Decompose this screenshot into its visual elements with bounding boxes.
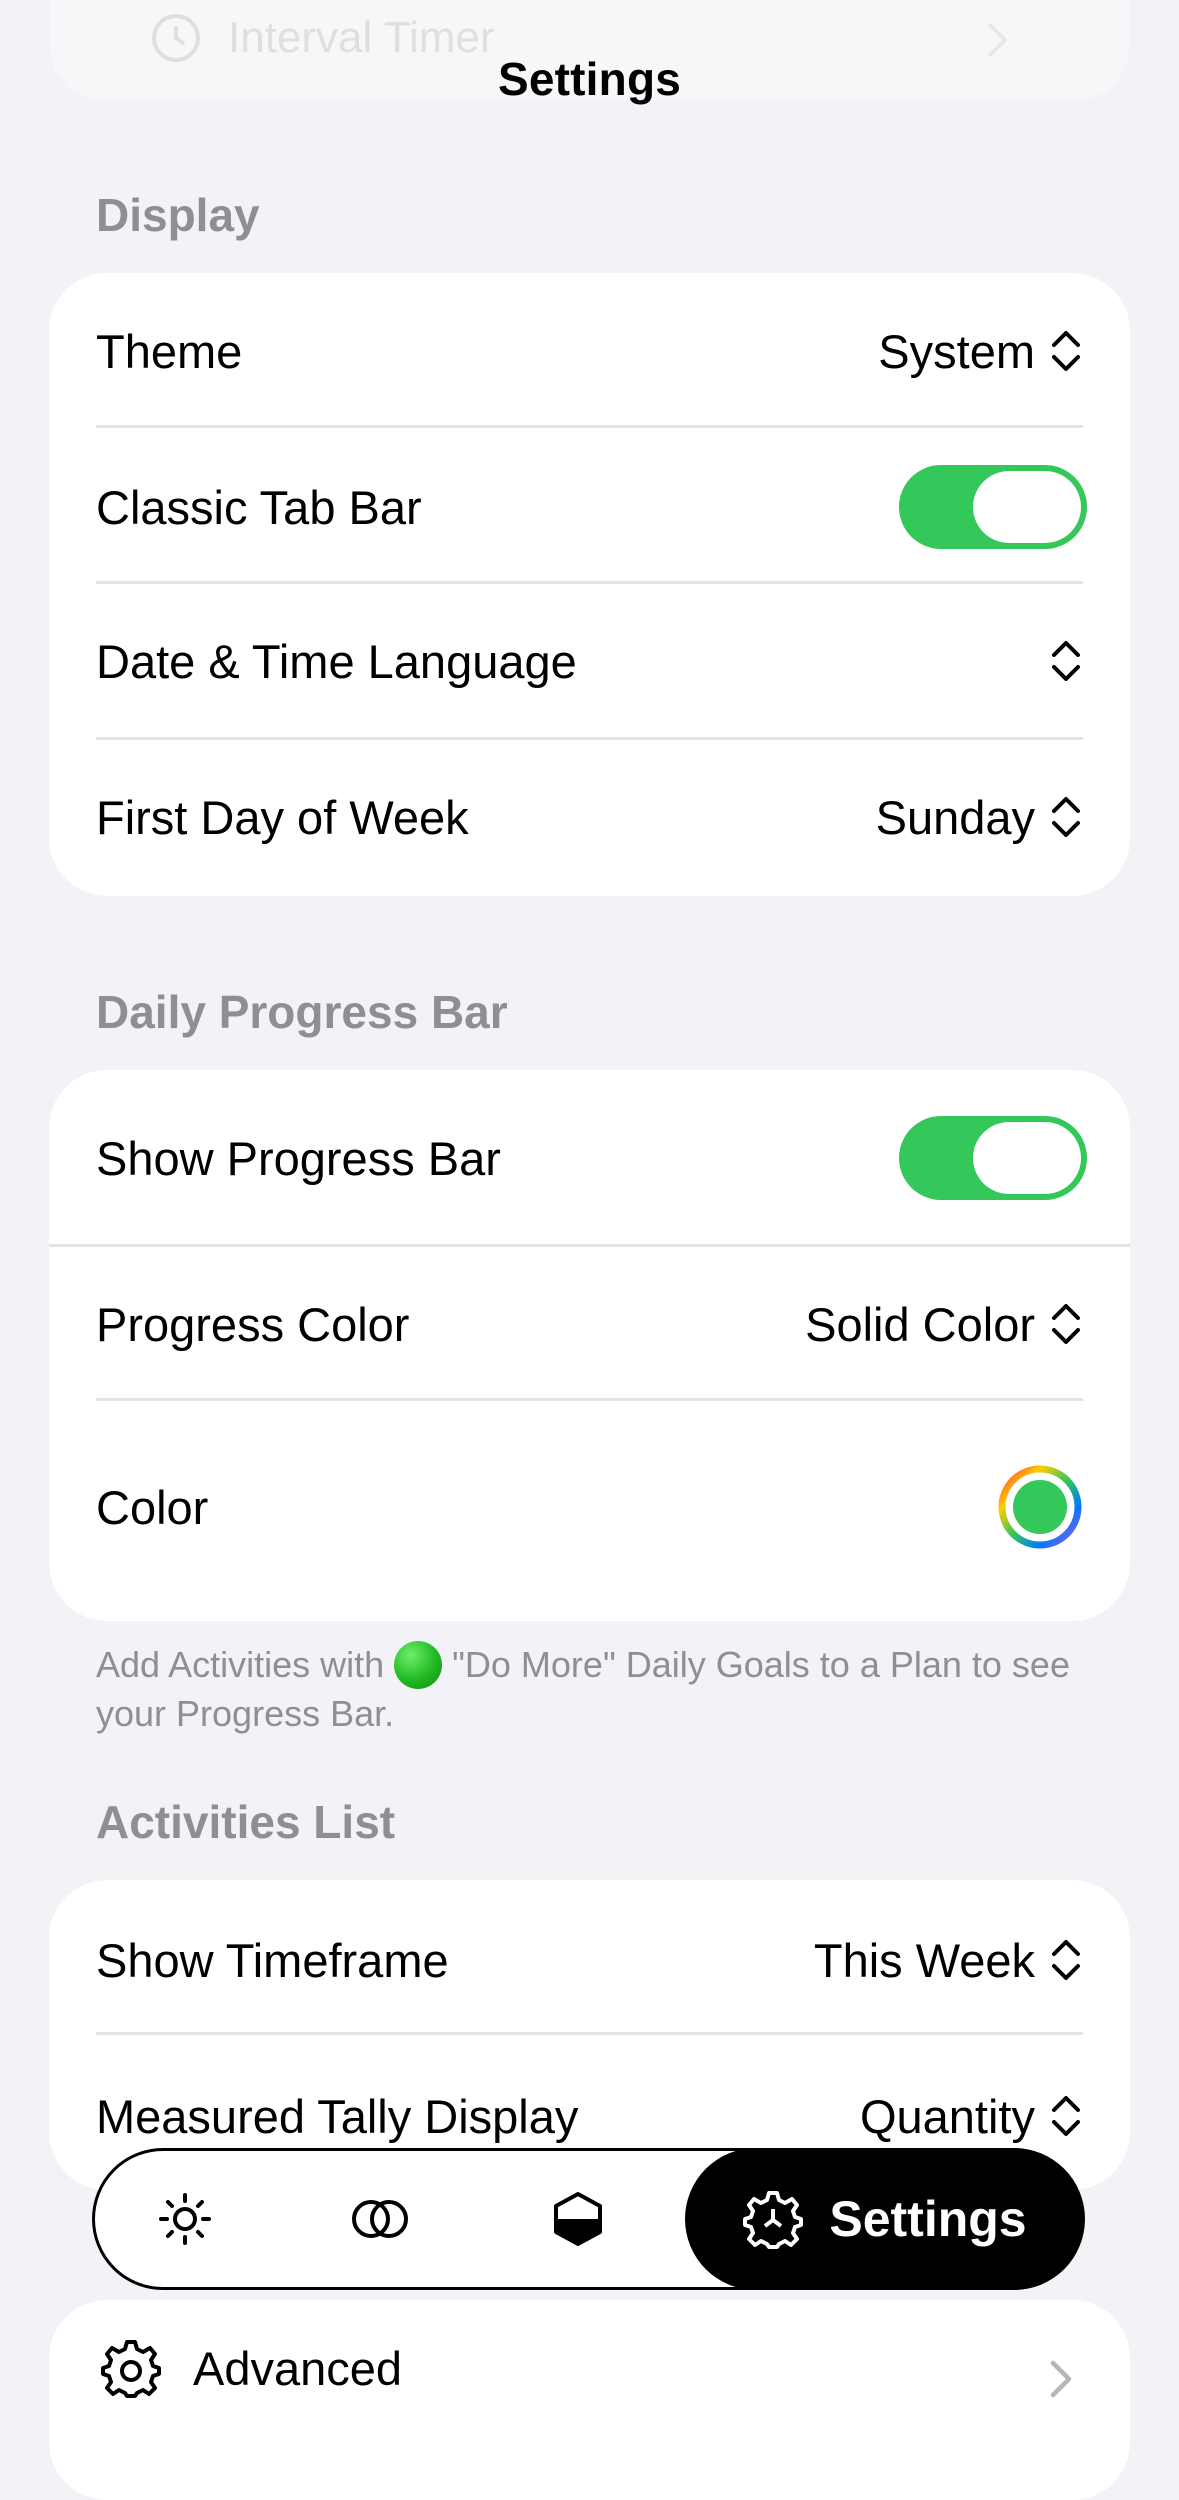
gear-icon — [101, 2340, 161, 2398]
separator — [96, 737, 1083, 740]
classic-tab-bar-toggle[interactable] — [899, 465, 1087, 549]
tab-plans[interactable] — [528, 2151, 628, 2287]
page-title: Settings — [497, 53, 682, 105]
color-row: Color — [96, 1462, 1083, 1552]
section-header-display: Display — [96, 189, 260, 241]
separator — [96, 581, 1083, 584]
display-card: Theme System Classic Tab Bar Date & Time… — [49, 273, 1130, 896]
measured-tally-label: Measured Tally Display — [96, 2089, 579, 2143]
show-progress-bar-label: Show Progress Bar — [96, 1131, 501, 1185]
separator — [96, 425, 1083, 428]
show-timeframe-row[interactable]: Show Timeframe This Week — [96, 1922, 1083, 1998]
date-time-language-row[interactable]: Date & Time Language — [96, 623, 1083, 699]
show-timeframe-label: Show Timeframe — [96, 1933, 449, 1987]
separator — [96, 2032, 1083, 2035]
daily-progress-card: Show Progress Bar Progress Color Solid C… — [49, 1070, 1130, 1621]
advanced-label: Advanced — [193, 2341, 403, 2395]
date-time-language-label: Date & Time Language — [96, 634, 577, 688]
progress-color-value: Solid Color — [805, 1297, 1035, 1351]
section-header-activities-list: Activities List — [96, 1796, 396, 1848]
color-well-button[interactable] — [997, 1464, 1083, 1550]
progress-footnote: Add Activities with "Do More" Daily Goals… — [96, 1640, 1096, 1738]
tab-bar: Settings — [92, 2148, 1085, 2290]
chevron-up-down-icon — [1052, 1940, 1080, 1980]
separator — [49, 1244, 1130, 1247]
first-day-value: Sunday — [875, 790, 1035, 844]
theme-value: System — [878, 324, 1035, 378]
toggle-knob — [973, 471, 1081, 543]
advanced-card: Advanced — [49, 2300, 1130, 2500]
gear-icon — [743, 2191, 804, 2249]
chevron-right-icon — [1050, 2360, 1072, 2398]
show-timeframe-picker[interactable]: This Week — [814, 1933, 1083, 1988]
color-label: Color — [96, 1480, 209, 1534]
classic-tab-bar-row: Classic Tab Bar — [96, 465, 1087, 549]
measured-tally-row[interactable]: Measured Tally Display Quantity — [96, 2078, 1083, 2154]
show-progress-bar-toggle[interactable] — [899, 1116, 1087, 1200]
measured-tally-value: Quantity — [859, 2089, 1035, 2143]
first-day-row[interactable]: First Day of Week Sunday — [96, 779, 1083, 855]
show-progress-bar-row: Show Progress Bar — [96, 1116, 1087, 1200]
show-timeframe-value: This Week — [813, 1933, 1035, 1987]
classic-tab-bar-label: Classic Tab Bar — [96, 480, 422, 534]
theme-picker[interactable]: System — [878, 324, 1083, 379]
theme-label: Theme — [96, 324, 243, 378]
chevron-up-down-icon — [1052, 1304, 1080, 1344]
progress-color-row[interactable]: Progress Color Solid Color — [96, 1286, 1083, 1362]
chevron-up-down-icon — [1052, 797, 1080, 837]
activities-list-card: Show Timeframe This Week Measured Tally … — [49, 1880, 1130, 2190]
tab-today[interactable] — [135, 2151, 235, 2287]
chevron-up-down-icon — [1052, 2096, 1080, 2136]
measured-tally-picker[interactable]: Quantity — [860, 2089, 1083, 2144]
hexagon-half-icon — [554, 2192, 602, 2246]
sun-icon — [159, 2193, 211, 2245]
green-circle-icon — [394, 1641, 443, 1689]
theme-row[interactable]: Theme System — [96, 313, 1083, 389]
tab-settings-label: Settings — [829, 2191, 1027, 2247]
date-time-language-picker[interactable] — [1035, 638, 1083, 684]
first-day-label: First Day of Week — [96, 790, 469, 844]
chevron-up-down-icon — [1052, 331, 1080, 371]
progress-color-picker[interactable]: Solid Color — [805, 1297, 1083, 1352]
chevron-up-down-icon — [1052, 641, 1080, 681]
footnote-text-start: Add Activities with — [96, 1644, 385, 1685]
separator — [96, 1398, 1083, 1401]
overlap-circles-icon — [352, 2200, 408, 2238]
section-header-daily-progress: Daily Progress Bar — [96, 986, 508, 1038]
toggle-knob — [973, 1122, 1081, 1194]
tab-activities[interactable] — [330, 2151, 430, 2287]
first-day-picker[interactable]: Sunday — [876, 790, 1083, 845]
tab-settings[interactable]: Settings — [685, 2148, 1085, 2290]
progress-color-label: Progress Color — [96, 1297, 410, 1351]
advanced-row[interactable]: Advanced — [101, 2338, 402, 2398]
